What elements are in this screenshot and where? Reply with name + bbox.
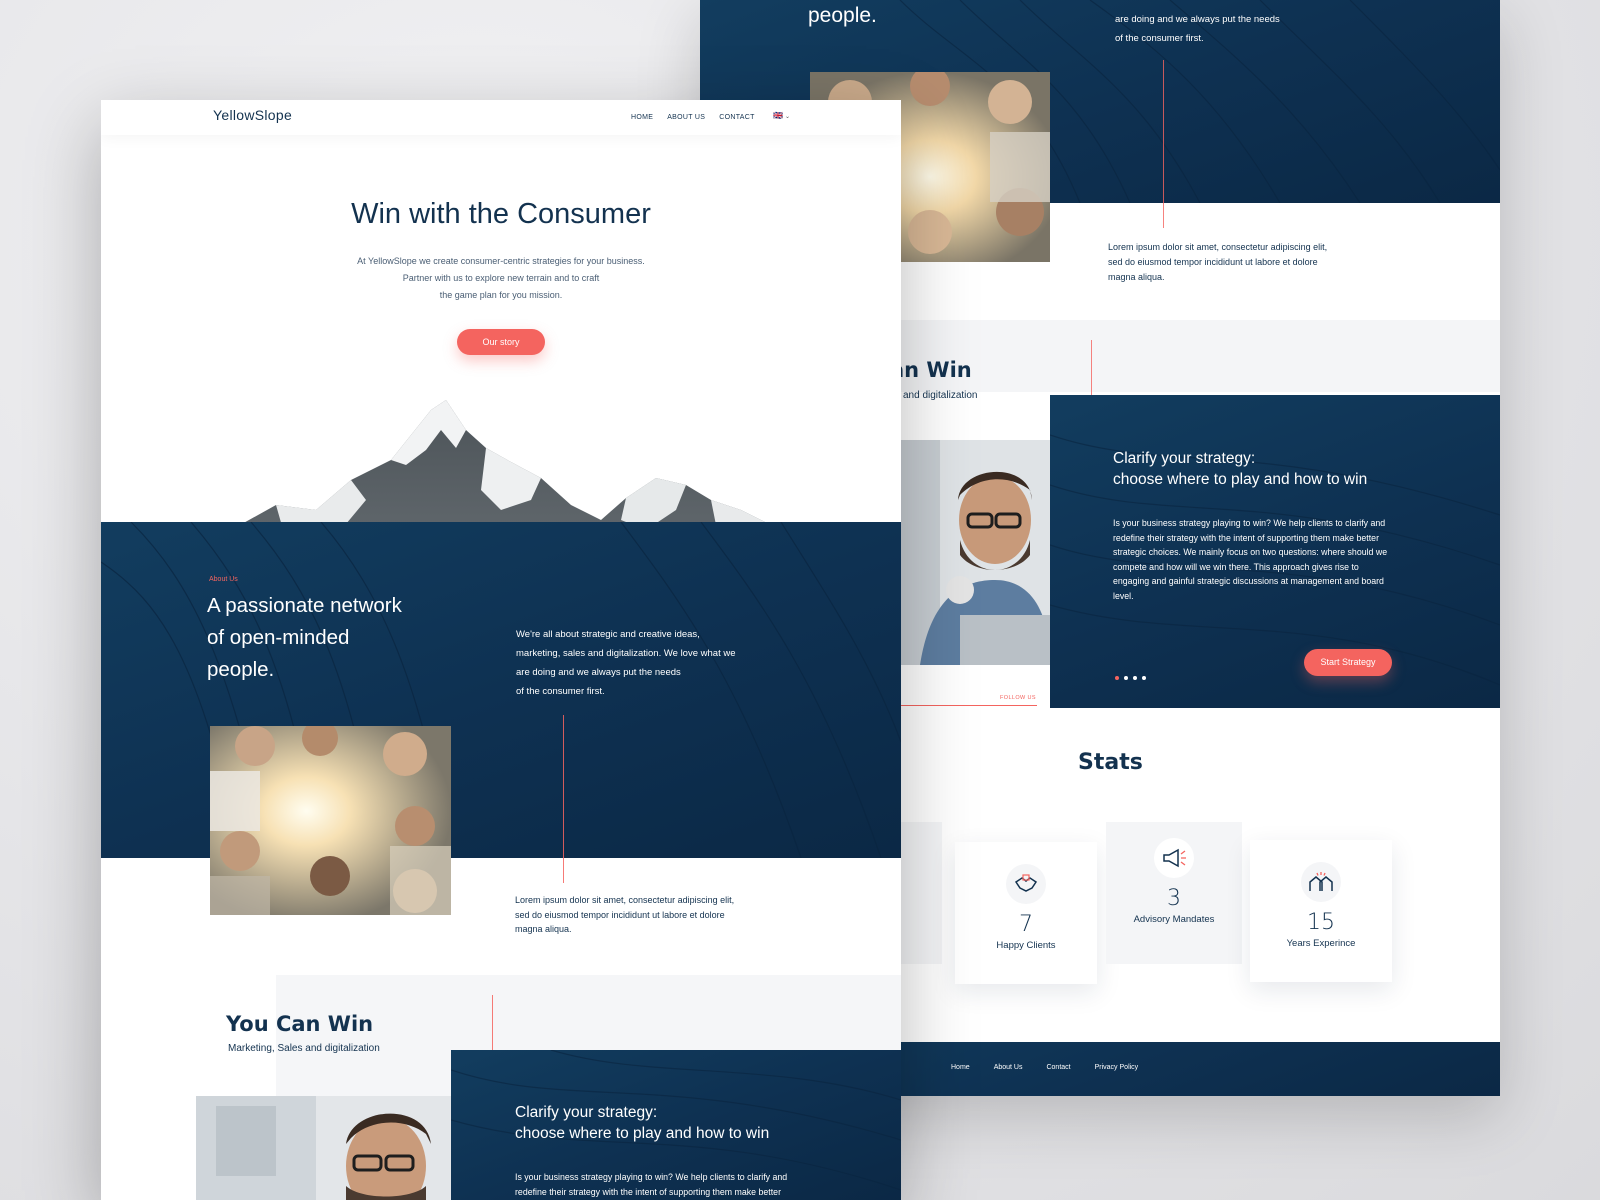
front-page-mockup: YellowSlope HOME ABOUT US CONTACT 🇬🇧 ⌄ Wi…	[101, 100, 901, 1200]
strategy-title: Clarify your strategy: choose where to p…	[1113, 450, 1368, 488]
stat-card-happy-clients: 7 Happy Clients	[955, 842, 1097, 984]
you-can-win-title: You Can Win	[226, 1012, 374, 1036]
about-paragraph: are doing and we always put the needs of…	[1115, 14, 1280, 44]
footer-nav: Home About Us Contact Privacy Policy	[951, 1064, 1138, 1071]
footer-link-home[interactable]: Home	[951, 1064, 970, 1071]
man-thinking-photo	[900, 440, 1050, 665]
carousel-dots[interactable]	[1115, 665, 1151, 684]
stat-card-advisory-mandates: 3 Advisory Mandates	[1106, 822, 1242, 964]
advisory-mandates-count: 3	[1167, 886, 1181, 911]
strategy-body: Is your business strategy playing to win…	[515, 1172, 788, 1197]
lorem-paragraph: Lorem ipsum dolor sit amet, consectetur …	[515, 895, 735, 934]
you-can-win-heading-partial: an Win	[890, 358, 972, 382]
divider-line	[1163, 60, 1164, 228]
happy-clients-count: 7	[1019, 912, 1033, 937]
stats-title: Stats	[1078, 750, 1143, 775]
years-experience-count: 15	[1307, 910, 1335, 935]
our-story-button[interactable]: Our story	[457, 329, 545, 355]
footer-link-about-us[interactable]: About Us	[994, 1064, 1023, 1071]
divider-line	[563, 715, 564, 883]
happy-clients-label: Happy Clients	[996, 940, 1056, 951]
follow-us-label: FOLLOW US	[1000, 695, 1036, 701]
about-eyebrow: About Us	[209, 576, 238, 583]
you-can-win-sub-partial: and digitalization	[903, 390, 978, 401]
houses-icon	[1301, 862, 1341, 902]
stat-card-years-experience: 15 Years Experince	[1250, 840, 1392, 982]
footer-link-privacy-policy[interactable]: Privacy Policy	[1095, 1064, 1139, 1071]
stat-card-partial	[900, 822, 942, 964]
hero-description: At YellowSlope we create consumer-centri…	[357, 256, 645, 300]
handshake-icon	[1006, 864, 1046, 904]
about-heading: A passionate network of open-minded peop…	[207, 594, 402, 681]
lorem-paragraph: Lorem ipsum dolor sit amet, consectetur …	[1108, 242, 1328, 282]
about-heading-tail: people.	[808, 4, 877, 27]
about-paragraph: We're all about strategic and creative i…	[516, 629, 736, 697]
advisory-mandates-label: Advisory Mandates	[1133, 914, 1215, 925]
man-thinking-photo	[196, 1096, 451, 1200]
strategy-body: Is your business strategy playing to win…	[1113, 518, 1388, 601]
hero-title: Win with the Consumer	[351, 198, 651, 230]
follow-us-line	[900, 705, 1037, 706]
megaphone-icon	[1154, 838, 1194, 878]
start-strategy-button[interactable]: Start Strategy	[1304, 649, 1392, 676]
footer-link-contact[interactable]: Contact	[1046, 1064, 1070, 1071]
strategy-title: Clarify your strategy: choose where to p…	[515, 1104, 770, 1142]
years-experience-label: Years Experince	[1286, 938, 1356, 949]
team-huddle-photo	[210, 726, 451, 915]
you-can-win-subtitle: Marketing, Sales and digitalization	[228, 1043, 380, 1054]
